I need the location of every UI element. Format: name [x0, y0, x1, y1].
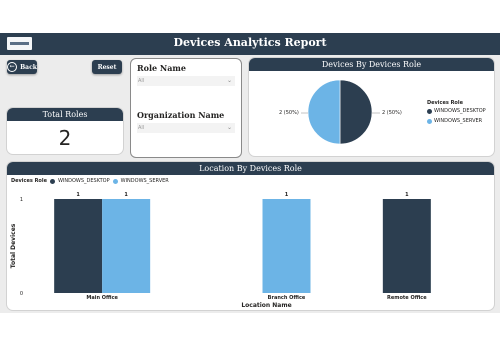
x-tick-label: Main Office: [86, 295, 118, 301]
bar-data-label: 1: [124, 192, 128, 198]
x-axis-title: Location Name: [241, 302, 291, 309]
bar-data-label: 1: [76, 192, 80, 198]
bar-branch-office-windows-server: [262, 199, 311, 293]
x-tick-label: Branch Office: [268, 295, 306, 301]
y-tick-label: 1: [20, 197, 23, 203]
bar-remote-office-windows-desktop: [382, 199, 431, 293]
bar-main-office-windows-desktop: [54, 199, 103, 293]
location-bar-chart: Total Devices Location Name 0 1 1 1 Main Offic…: [10, 192, 431, 309]
bar-main-office-windows-server: [102, 199, 151, 293]
y-axis-title: Total Devices: [10, 223, 17, 268]
x-tick-label: Remote Office: [387, 295, 427, 301]
y-tick-label: 0: [20, 291, 23, 297]
bar-data-label: 1: [285, 192, 289, 198]
bar-data-label: 1: [405, 192, 409, 198]
